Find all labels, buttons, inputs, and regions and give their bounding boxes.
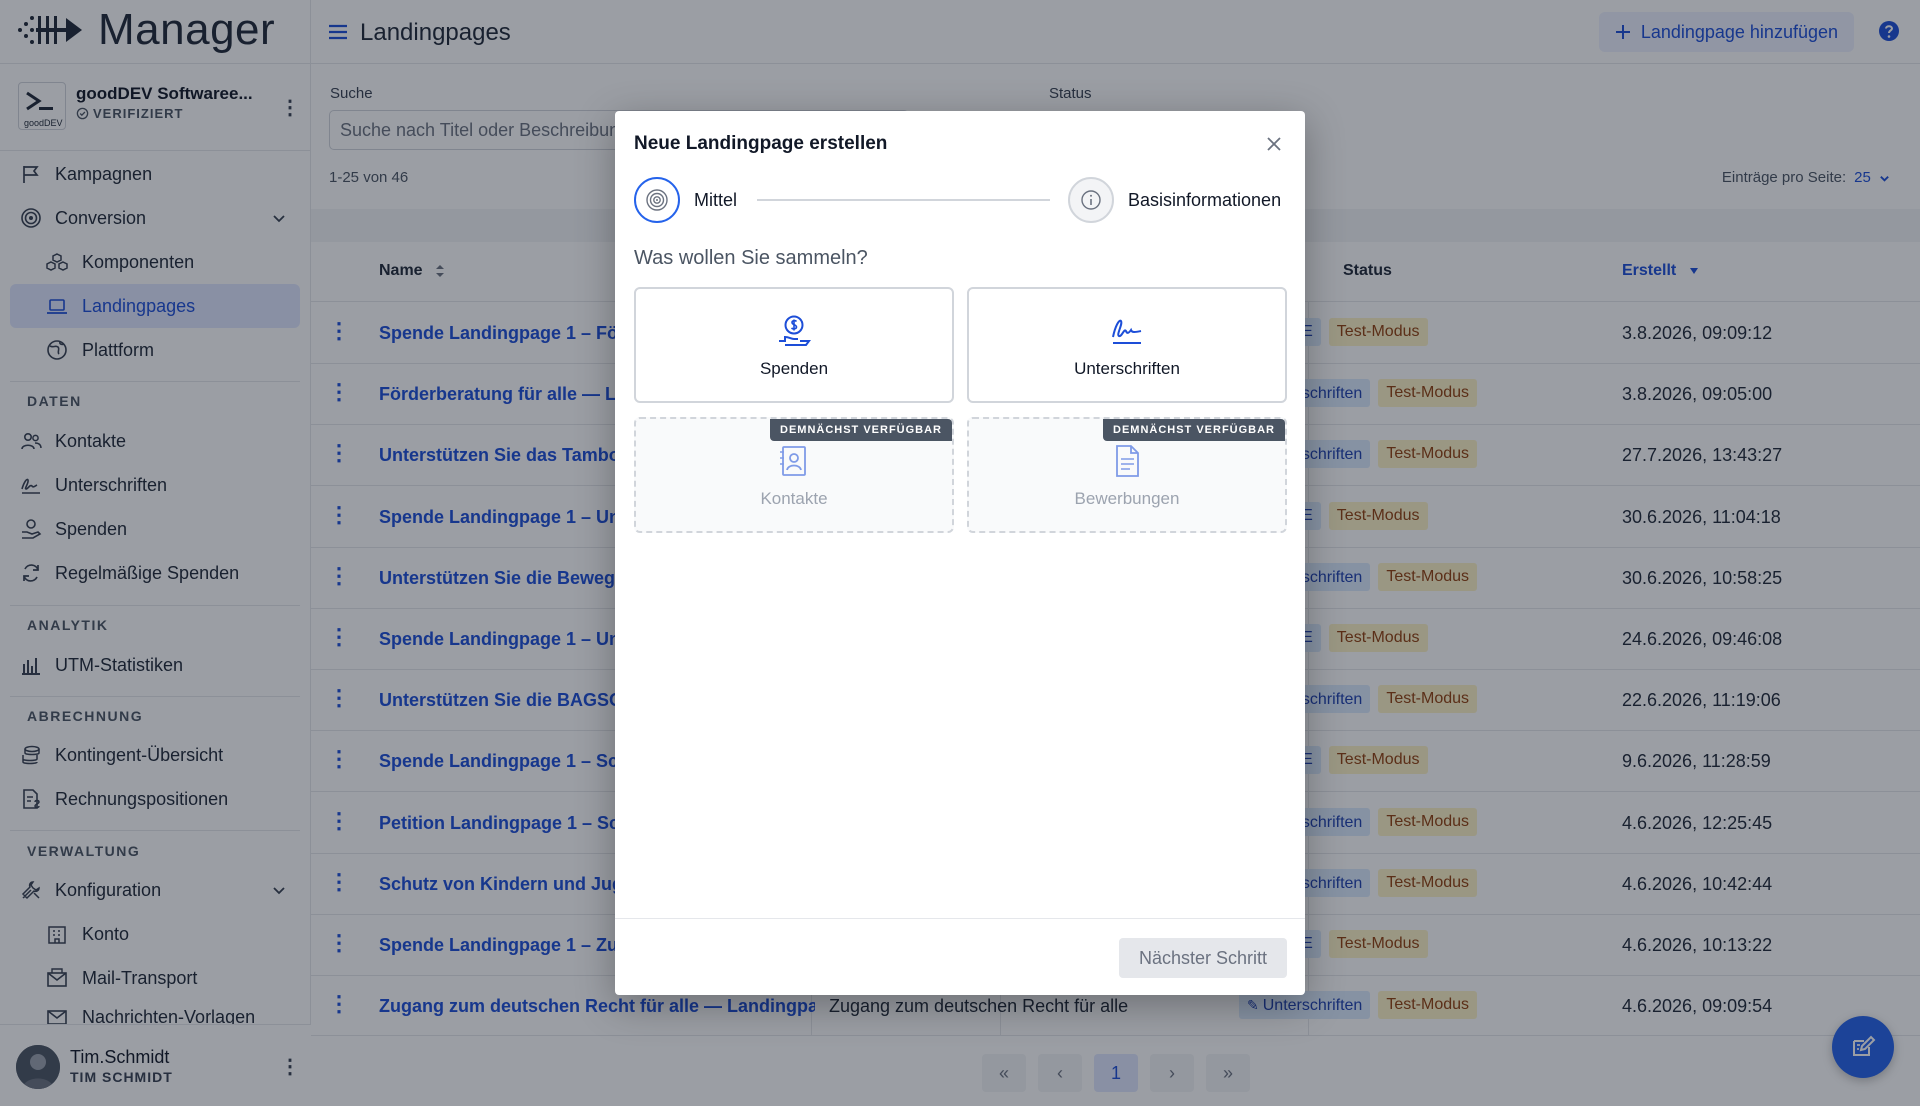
dialog-footer: Nächster Schritt	[615, 918, 1305, 995]
collection-question: Was wollen Sie sammeln?	[634, 247, 868, 269]
option-label: Unterschriften	[1074, 359, 1180, 378]
option-label: Bewerbungen	[1074, 489, 1180, 508]
signature-icon	[1112, 319, 1142, 344]
contact-card-icon	[780, 446, 806, 476]
option-bewerbungen: DEMNÄCHST VERFÜGBAR Bewerbungen	[967, 417, 1287, 533]
step-mittel-label: Mittel	[694, 189, 738, 210]
document-icon	[1116, 445, 1139, 477]
target-icon	[646, 189, 668, 211]
step-connector	[757, 199, 1050, 201]
coming-soon-badge: DEMNÄCHST VERFÜGBAR	[1103, 419, 1285, 441]
dialog-title: Neue Landingpage erstellen	[634, 133, 888, 154]
step-basisinformationen-indicator	[1068, 177, 1114, 223]
info-icon	[1081, 190, 1101, 210]
option-label: Kontakte	[760, 489, 828, 508]
step-basisinformationen-label: Basisinformationen	[1128, 189, 1282, 210]
step-basisinformationen[interactable]: Basisinformationen	[1068, 177, 1281, 223]
close-icon[interactable]	[1263, 133, 1285, 155]
hand-coin-icon	[779, 315, 811, 346]
coming-soon-badge: DEMNÄCHST VERFÜGBAR	[770, 419, 952, 441]
option-unterschriften[interactable]: Unterschriften	[967, 287, 1287, 403]
option-label: Spenden	[759, 359, 829, 378]
create-landingpage-dialog: Neue Landingpage erstellen Mittel Basisi…	[615, 111, 1305, 995]
step-mittel[interactable]: Mittel	[634, 177, 737, 223]
next-step-button[interactable]: Nächster Schritt	[1118, 938, 1287, 978]
option-kontakte: DEMNÄCHST VERFÜGBAR Kontakte	[634, 417, 954, 533]
option-spenden[interactable]: Spenden	[634, 287, 954, 403]
step-mittel-indicator	[634, 177, 680, 223]
